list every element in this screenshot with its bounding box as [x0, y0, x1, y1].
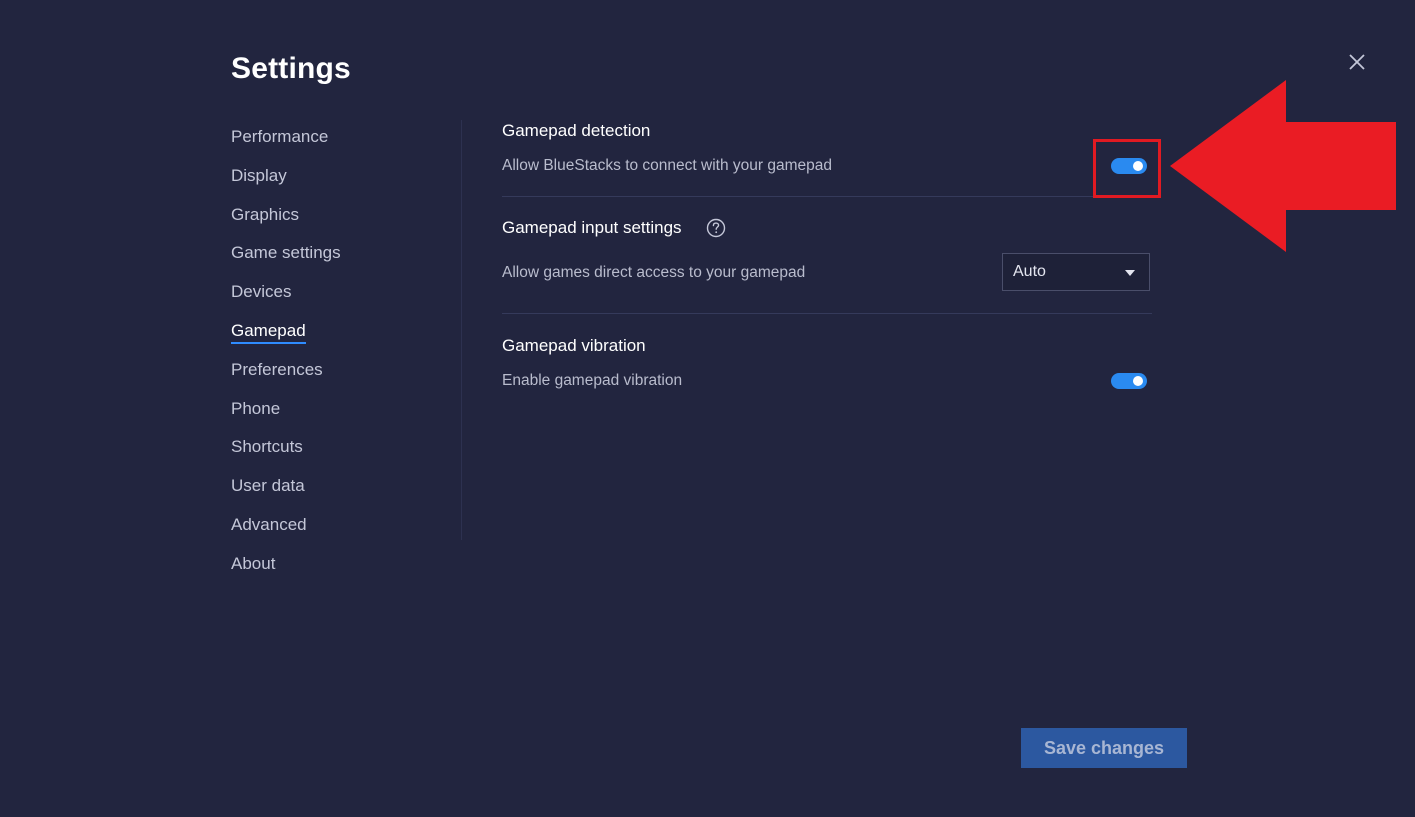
sidebar-item-preferences[interactable]: Preferences	[231, 357, 341, 396]
sidebar-item-gamepad[interactable]: Gamepad	[231, 318, 341, 357]
page-title: Settings	[231, 52, 351, 85]
sidebar-divider	[461, 120, 462, 540]
sidebar-item-performance[interactable]: Performance	[231, 124, 341, 163]
sidebar-item-label: Performance	[231, 127, 329, 146]
gamepad-vibration-toggle[interactable]	[1111, 373, 1147, 389]
sidebar-item-display[interactable]: Display	[231, 163, 341, 202]
sidebar-item-label: Graphics	[231, 204, 300, 224]
sidebar-item-about[interactable]: About	[231, 551, 341, 590]
save-button[interactable]: Save changes	[1021, 728, 1187, 768]
sidebar-item-graphics[interactable]: Graphics	[231, 202, 341, 241]
sidebar-item-label: About	[231, 553, 276, 573]
sidebar-item-devices[interactable]: Devices	[231, 279, 341, 318]
sidebar-item-shortcuts[interactable]: Shortcuts	[231, 434, 341, 473]
chevron-down-icon	[1125, 270, 1135, 276]
sidebar-item-phone[interactable]: Phone	[231, 396, 341, 435]
sidebar-item-label: Game settings	[231, 243, 341, 263]
annotation-highlight-box	[1093, 139, 1161, 198]
section-divider	[502, 313, 1152, 314]
gamepad-input-description: Allow games direct access to your gamepa…	[502, 264, 806, 281]
settings-window: Settings Performance Display Graphics Ga…	[0, 0, 1415, 817]
gamepad-input-select[interactable]: Auto	[1002, 253, 1150, 291]
arrow-left-icon	[1170, 80, 1396, 252]
sidebar-item-label: Preferences	[231, 359, 323, 379]
sidebar-item-label: Shortcuts	[231, 437, 303, 457]
sidebar-item-game-settings[interactable]: Game settings	[231, 240, 341, 279]
gamepad-detection-title: Gamepad detection	[502, 121, 651, 140]
gamepad-input-select-value: Auto	[1013, 263, 1046, 280]
help-icon[interactable]	[706, 218, 726, 238]
section-divider	[502, 196, 1152, 197]
sidebar-item-label: User data	[231, 476, 305, 496]
sidebar-item-label: Devices	[231, 282, 292, 302]
sidebar-item-label: Display	[231, 165, 287, 185]
sidebar-item-label: Gamepad	[231, 320, 306, 344]
toggle-knob	[1133, 376, 1143, 386]
gamepad-detection-description: Allow BlueStacks to connect with your ga…	[502, 157, 832, 174]
gamepad-vibration-description: Enable gamepad vibration	[502, 372, 683, 389]
sidebar-item-label: Phone	[231, 398, 281, 418]
sidebar-item-advanced[interactable]: Advanced	[231, 512, 341, 551]
gamepad-input-title: Gamepad input settings	[502, 218, 682, 237]
close-icon[interactable]	[1344, 49, 1370, 75]
sidebar-item-user-data[interactable]: User data	[231, 473, 341, 512]
gamepad-vibration-title: Gamepad vibration	[502, 336, 646, 355]
sidebar-item-label: Advanced	[231, 514, 307, 534]
sidebar-nav: Performance Display Graphics Game settin…	[231, 124, 341, 590]
